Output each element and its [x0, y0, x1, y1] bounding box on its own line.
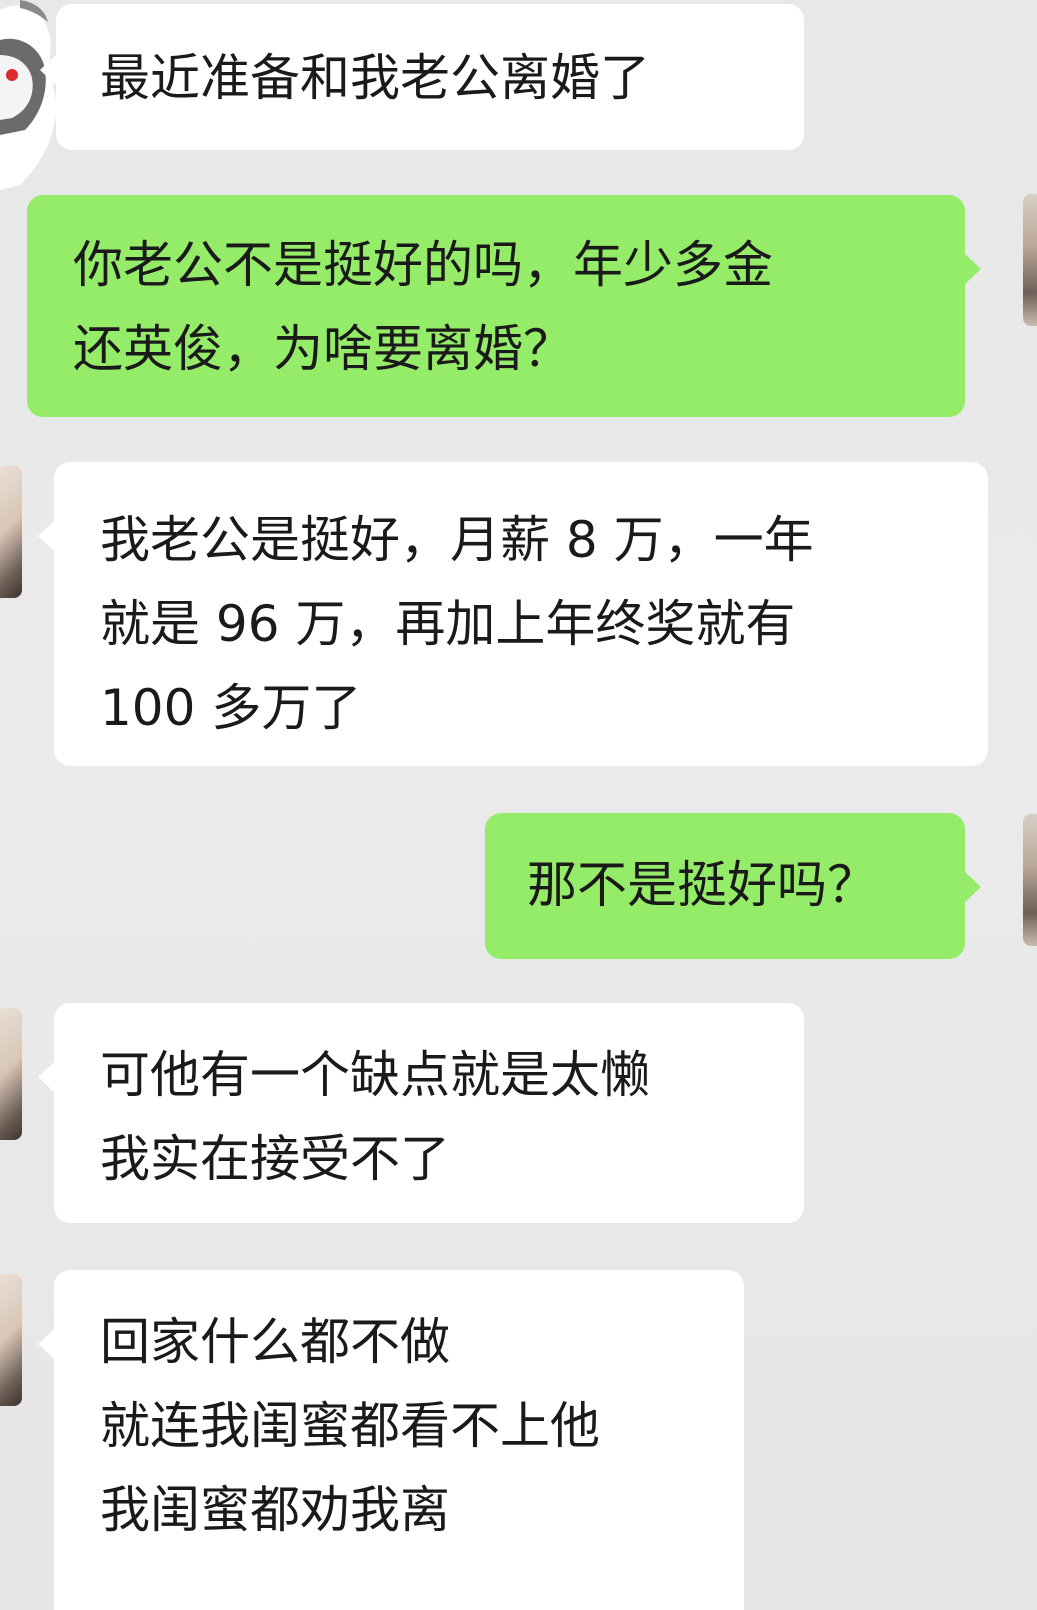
incoming-message-bubble[interactable]: 可他有一个缺点就是太懒 我实在接受不了 — [38, 1003, 804, 1223]
message-text: 就连我闺蜜都看不上他 — [100, 1397, 600, 1455]
message-text: 100 多万了 — [100, 679, 362, 737]
friend-avatar-icon[interactable] — [0, 1008, 22, 1140]
incoming-message-bubble[interactable]: 回家什么都不做 就连我闺蜜都看不上他 我闺蜜都劝我离 — [38, 1270, 744, 1610]
chat-area: 最近准备和我老公离婚了 你老公不是挺好的吗，年少多金 还英俊，为啥要离婚？ 我老… — [0, 0, 1037, 1610]
outgoing-message-bubble[interactable]: 你老公不是挺好的吗，年少多金 还英俊，为啥要离婚？ — [27, 195, 981, 417]
self-avatar-icon[interactable] — [1023, 194, 1037, 326]
friend-avatar-icon[interactable] — [0, 1274, 22, 1406]
friend-avatar-icon[interactable] — [0, 466, 22, 598]
message-text: 可他有一个缺点就是太懒 — [100, 1046, 650, 1104]
incoming-message-bubble[interactable]: 我老公是挺好，月薪 8 万，一年 就是 96 万，再加上年终奖就有 100 多万… — [38, 462, 988, 766]
incoming-message-bubble[interactable]: 最近准备和我老公离婚了 — [40, 4, 804, 150]
message-text: 我老公是挺好，月薪 8 万，一年 — [100, 511, 814, 569]
self-avatar-icon[interactable] — [1023, 814, 1037, 946]
message-text: 还英俊，为啥要离婚？ — [73, 320, 573, 378]
message-text: 那不是挺好吗？ — [527, 856, 877, 914]
message-text: 回家什么都不做 — [100, 1313, 450, 1371]
outgoing-message-bubble[interactable]: 那不是挺好吗？ — [485, 813, 981, 959]
message-text: 我闺蜜都劝我离 — [100, 1481, 450, 1539]
message-text: 就是 96 万，再加上年终奖就有 — [100, 595, 796, 653]
message-text: 我实在接受不了 — [100, 1130, 450, 1188]
message-text: 最近准备和我老公离婚了 — [100, 49, 650, 107]
message-text: 你老公不是挺好的吗，年少多金 — [73, 236, 773, 294]
